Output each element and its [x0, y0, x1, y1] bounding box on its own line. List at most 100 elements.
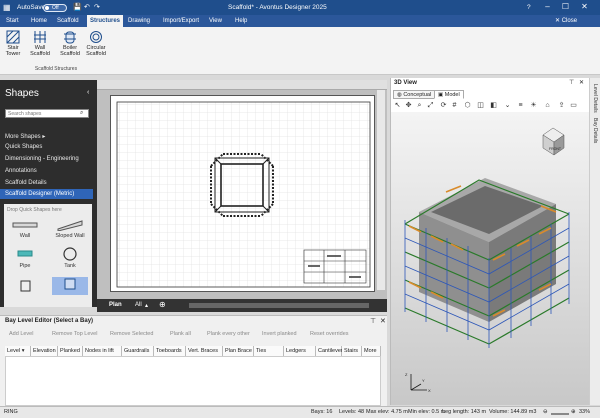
- help-button[interactable]: ?: [527, 4, 531, 11]
- add-level-button[interactable]: Add Level: [9, 331, 33, 337]
- section-icon[interactable]: ◫: [476, 101, 485, 110]
- view-cube-icon[interactable]: ⬡: [463, 101, 472, 110]
- column-cantilever[interactable]: Cantilever: [316, 346, 343, 356]
- remove-selected-button[interactable]: Remove Selected: [110, 331, 153, 337]
- column-vert-braces[interactable]: Vert. Braces: [186, 346, 223, 356]
- zoom-slider[interactable]: [551, 413, 569, 415]
- export-icon[interactable]: ⇪: [557, 101, 566, 110]
- maximize-button[interactable]: ☐: [559, 2, 572, 12]
- tab-scaffold[interactable]: Scaffold: [54, 15, 82, 27]
- scaffold-3d-model: FRONT Z X Y: [404, 127, 570, 393]
- status-levels: Levels: 48: [339, 409, 365, 415]
- shapes-item-annotations[interactable]: Annotations: [5, 168, 37, 174]
- tab-view[interactable]: View: [206, 15, 225, 27]
- boiler-scaffold-button[interactable]: Boiler Scaffold: [58, 30, 82, 57]
- close-panel-icon[interactable]: ✕: [380, 317, 386, 325]
- shapes-item-scaffold-details[interactable]: Scaffold Details: [5, 180, 47, 186]
- select-icon[interactable]: ↖: [393, 101, 402, 110]
- tab-home[interactable]: Home: [28, 15, 50, 27]
- pan-icon[interactable]: ✥: [404, 101, 413, 110]
- page-tab-all[interactable]: All: [135, 302, 142, 308]
- zoom-in-icon[interactable]: ⊕: [571, 409, 576, 415]
- shapes-item-dimensioning[interactable]: Dimensioning - Engineering: [5, 156, 79, 162]
- column-nodes-in-lift[interactable]: Nodes in lift: [83, 346, 122, 356]
- camera-icon[interactable]: ⌂: [543, 101, 552, 110]
- shape-tank[interactable]: Tank: [52, 247, 88, 269]
- grid-icon[interactable]: #: [450, 101, 459, 110]
- remove-top-level-button[interactable]: Remove Top Level: [52, 331, 97, 337]
- shape-generic-2[interactable]: [52, 277, 88, 295]
- right-side-rail: Level Details Bay Details: [589, 78, 600, 405]
- chevron-up-icon[interactable]: ▴: [145, 302, 148, 309]
- column-stairs[interactable]: Stairs: [342, 346, 362, 356]
- plank-every-other-button[interactable]: Plank every other: [207, 331, 250, 337]
- app-icon[interactable]: ▦: [3, 3, 11, 12]
- stair-tower-label: Stair Tower: [5, 45, 21, 57]
- plank-all-button[interactable]: Plank all: [170, 331, 191, 337]
- horizontal-scrollbar[interactable]: [189, 303, 369, 308]
- zoom-icon[interactable]: ⌕: [415, 101, 424, 110]
- column-plan-brace[interactable]: Plan Brace: [223, 346, 254, 356]
- tab-model[interactable]: ▣ Model: [434, 90, 464, 99]
- invert-planked-button[interactable]: Invert planked: [262, 331, 297, 337]
- shapes-search-input[interactable]: Search shapes: [5, 109, 89, 118]
- column-ledgers[interactable]: Ledgers: [284, 346, 316, 356]
- add-page-icon[interactable]: ⊕: [159, 300, 166, 309]
- tab-conceptual[interactable]: ◍ Conceptual: [393, 90, 436, 99]
- close-panel-icon[interactable]: ✕: [579, 79, 584, 86]
- shape-sloped-wall-label: Sloped Wall: [55, 233, 85, 239]
- shapes-item-more-shapes[interactable]: More Shapes ▸: [5, 133, 45, 140]
- column-more[interactable]: More: [362, 346, 381, 356]
- close-window-button[interactable]: ✕: [578, 2, 591, 12]
- status-volume: Volume: 144.89 m3: [489, 409, 537, 415]
- shape-wall[interactable]: Wall: [10, 219, 40, 239]
- column-planked[interactable]: Planked: [58, 346, 83, 356]
- orbit-icon[interactable]: ⟳: [439, 101, 448, 110]
- wall-scaffold-button[interactable]: Wall Scaffold: [25, 30, 55, 57]
- filter-icon[interactable]: ⌄: [503, 101, 512, 110]
- bay-details-tab[interactable]: Bay Details: [592, 118, 598, 143]
- zoom-level: 33%: [579, 409, 591, 415]
- column-toeboards[interactable]: Toeboards: [154, 346, 186, 356]
- column-guardrails[interactable]: Guardrails: [122, 346, 154, 356]
- search-icon[interactable]: ⌕: [80, 110, 83, 117]
- lighting-icon[interactable]: ☀: [529, 101, 538, 110]
- column-elevation[interactable]: Elevation: [31, 346, 58, 356]
- close-drawing-button[interactable]: ✕ Close Drawing: [552, 15, 600, 36]
- tab-import-export[interactable]: Import/Export: [160, 15, 202, 27]
- zoom-extents-icon[interactable]: ⤢: [426, 101, 435, 110]
- collapse-panel-icon[interactable]: ‹: [87, 89, 89, 96]
- tab-start[interactable]: Start: [3, 15, 22, 27]
- bay-level-table[interactable]: [5, 356, 381, 406]
- shapes-item-scaffold-designer[interactable]: Scaffold Designer (Metric): [0, 189, 93, 199]
- 3d-scene[interactable]: FRONT Z X Y: [391, 112, 590, 405]
- pin-icon[interactable]: ⊤: [370, 317, 376, 325]
- column-ties[interactable]: Ties: [254, 346, 284, 356]
- redo-icon[interactable]: ↷: [94, 3, 100, 11]
- autosave-toggle[interactable]: Off: [43, 4, 67, 12]
- shape-generic-1[interactable]: [10, 279, 40, 295]
- circular-scaffold-button[interactable]: Circular Scaffold: [84, 30, 108, 57]
- tab-structures[interactable]: Structures: [87, 15, 124, 27]
- screenshot-icon[interactable]: ▭: [569, 101, 578, 110]
- drawing-canvas[interactable]: [97, 80, 387, 299]
- render-mode-icon[interactable]: ◧: [489, 101, 498, 110]
- page-tab-plan[interactable]: Plan: [109, 302, 122, 308]
- undo-icon[interactable]: ↶: [84, 3, 90, 11]
- zoom-out-icon[interactable]: ⊖: [543, 409, 548, 415]
- shapes-item-quick-shapes[interactable]: Quick Shapes: [5, 144, 42, 150]
- pin-icon[interactable]: ⊤: [569, 79, 574, 86]
- vertical-scrollbar[interactable]: [377, 90, 385, 290]
- level-details-tab[interactable]: Level Details: [592, 84, 598, 113]
- save-icon[interactable]: 💾: [73, 3, 82, 11]
- minimize-button[interactable]: –: [541, 2, 554, 12]
- stair-tower-button[interactable]: Stair Tower: [2, 30, 24, 57]
- drawing-sheet[interactable]: [110, 95, 375, 292]
- shape-sloped-wall[interactable]: Sloped Wall: [52, 219, 88, 239]
- reset-overrides-button[interactable]: Reset overrides: [310, 331, 349, 337]
- column-level[interactable]: Level ▾: [5, 346, 31, 356]
- layers-icon[interactable]: ≡: [516, 101, 525, 110]
- tab-drawing[interactable]: Drawing: [125, 15, 153, 27]
- shape-pipe[interactable]: Pipe: [10, 247, 40, 269]
- tab-help[interactable]: Help: [232, 15, 250, 27]
